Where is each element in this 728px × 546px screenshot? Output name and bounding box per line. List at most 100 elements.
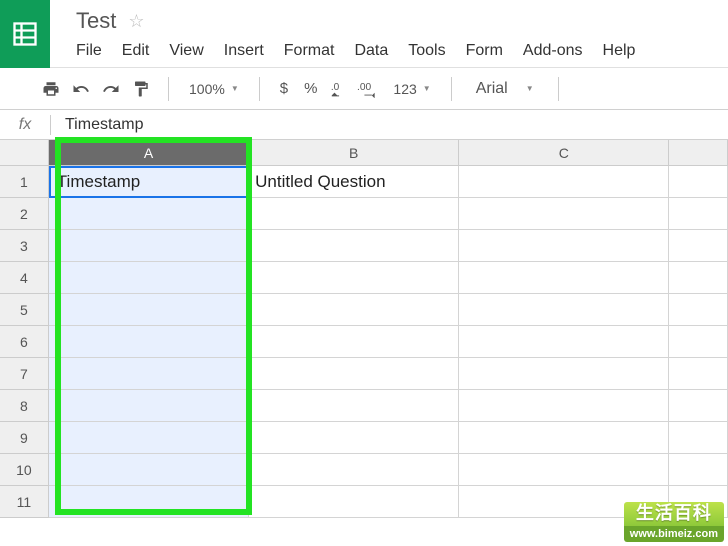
table-row: 7: [0, 358, 728, 390]
menu-insert[interactable]: Insert: [224, 42, 264, 60]
menu-view[interactable]: View: [169, 42, 203, 60]
cell[interactable]: [249, 486, 459, 518]
row-header[interactable]: 2: [0, 198, 49, 230]
cell[interactable]: [669, 422, 728, 454]
table-row: 10: [0, 454, 728, 486]
cell[interactable]: [669, 390, 728, 422]
menu-file[interactable]: File: [76, 42, 102, 60]
cell[interactable]: [459, 262, 669, 294]
row-header[interactable]: 9: [0, 422, 49, 454]
sheets-logo[interactable]: [0, 0, 50, 68]
cell[interactable]: [49, 326, 249, 358]
row-header[interactable]: 3: [0, 230, 49, 262]
redo-icon[interactable]: [98, 76, 124, 102]
col-header-c[interactable]: C: [459, 140, 669, 166]
col-header-a[interactable]: A: [49, 140, 249, 166]
percent-button[interactable]: %: [298, 80, 323, 97]
chevron-down-icon: ▼: [423, 84, 431, 93]
watermark-title: 生活百科: [624, 502, 724, 526]
print-icon[interactable]: [38, 76, 64, 102]
cell[interactable]: [249, 422, 459, 454]
cell[interactable]: [249, 230, 459, 262]
zoom-select[interactable]: 100% ▼: [183, 81, 245, 97]
cell[interactable]: [249, 454, 459, 486]
row-header[interactable]: 6: [0, 326, 49, 358]
sheets-icon: [11, 20, 39, 48]
cell[interactable]: [49, 486, 249, 518]
currency-button[interactable]: $: [274, 80, 294, 97]
cell[interactable]: [459, 422, 669, 454]
table-row: 8: [0, 390, 728, 422]
menu-help[interactable]: Help: [603, 42, 636, 60]
separator: [558, 77, 559, 101]
cell[interactable]: [49, 230, 249, 262]
formula-value[interactable]: Timestamp: [65, 116, 144, 134]
cell[interactable]: [669, 262, 728, 294]
cell[interactable]: [459, 454, 669, 486]
cell[interactable]: [669, 358, 728, 390]
menu-form[interactable]: Form: [466, 42, 503, 60]
cell[interactable]: [669, 326, 728, 358]
menu-format[interactable]: Format: [284, 42, 335, 60]
cell[interactable]: [49, 390, 249, 422]
cell[interactable]: [249, 390, 459, 422]
cell-d1[interactable]: [669, 166, 728, 198]
number-format-button[interactable]: 123 ▼: [387, 81, 436, 97]
app-header: Test ☆ File Edit View Insert Format Data…: [0, 0, 728, 68]
cell[interactable]: [49, 198, 249, 230]
chevron-down-icon: ▼: [526, 84, 534, 93]
row-header[interactable]: 1: [0, 166, 49, 198]
cell[interactable]: [49, 454, 249, 486]
cell[interactable]: [459, 358, 669, 390]
cell-c1[interactable]: [459, 166, 669, 198]
chevron-down-icon: ▼: [231, 84, 239, 93]
watermark: 生活百科 www.bimeiz.com: [624, 502, 724, 542]
table-row: 6: [0, 326, 728, 358]
menubar: File Edit View Insert Format Data Tools …: [76, 42, 728, 60]
cell[interactable]: [669, 198, 728, 230]
cell[interactable]: [249, 198, 459, 230]
menu-addons[interactable]: Add-ons: [523, 42, 583, 60]
separator: [168, 77, 169, 101]
font-select[interactable]: Arial ▼: [466, 80, 544, 98]
cell[interactable]: [669, 230, 728, 262]
row-header[interactable]: 5: [0, 294, 49, 326]
formula-bar: fx Timestamp: [0, 110, 728, 140]
cell[interactable]: [249, 262, 459, 294]
cell[interactable]: [459, 326, 669, 358]
increase-decimal-button[interactable]: .00: [357, 76, 383, 102]
menu-edit[interactable]: Edit: [122, 42, 150, 60]
separator: [259, 77, 260, 101]
undo-icon[interactable]: [68, 76, 94, 102]
row-header[interactable]: 11: [0, 486, 49, 518]
cell-a1[interactable]: Timestamp: [49, 166, 249, 198]
select-all-corner[interactable]: [0, 140, 49, 166]
decrease-decimal-button[interactable]: .0: [327, 76, 353, 102]
col-header-b[interactable]: B: [249, 140, 459, 166]
cell[interactable]: [669, 294, 728, 326]
row-header[interactable]: 7: [0, 358, 49, 390]
menu-tools[interactable]: Tools: [408, 42, 445, 60]
cell[interactable]: [459, 390, 669, 422]
cell[interactable]: [459, 198, 669, 230]
row-header[interactable]: 10: [0, 454, 49, 486]
col-header-d[interactable]: [669, 140, 728, 166]
cell[interactable]: [459, 230, 669, 262]
cell-b1[interactable]: Untitled Question: [249, 166, 459, 198]
cell[interactable]: [49, 422, 249, 454]
cell[interactable]: [49, 294, 249, 326]
cell[interactable]: [249, 294, 459, 326]
row-header[interactable]: 8: [0, 390, 49, 422]
paint-format-icon[interactable]: [128, 76, 154, 102]
cell[interactable]: [249, 358, 459, 390]
cell[interactable]: [669, 454, 728, 486]
menu-data[interactable]: Data: [354, 42, 388, 60]
cell[interactable]: [49, 262, 249, 294]
cell[interactable]: [249, 326, 459, 358]
doc-title[interactable]: Test: [76, 8, 116, 34]
star-icon[interactable]: ☆: [128, 11, 144, 32]
cell[interactable]: [459, 294, 669, 326]
row-header[interactable]: 4: [0, 262, 49, 294]
cell[interactable]: [49, 358, 249, 390]
table-row: 11: [0, 486, 728, 518]
